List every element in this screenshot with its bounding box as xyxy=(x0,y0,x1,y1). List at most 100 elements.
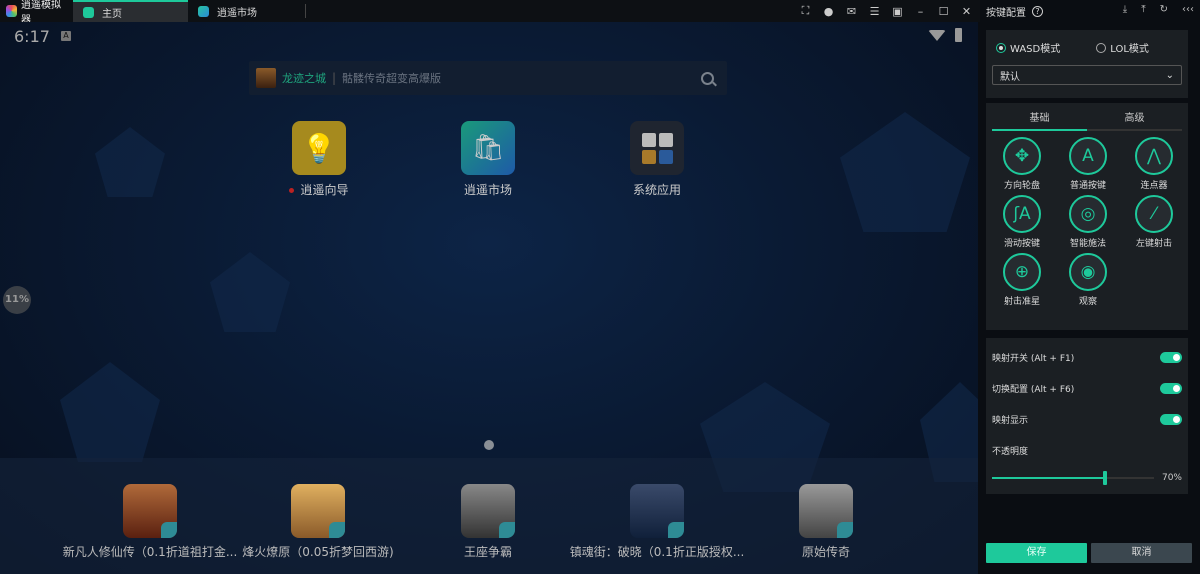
observe-icon: ◉ xyxy=(1069,253,1107,291)
game-icon xyxy=(291,484,345,538)
key-type-observe[interactable]: ◉ 观察 xyxy=(1055,253,1121,307)
app-label: 逍遥向导 xyxy=(300,183,349,197)
mapping-display-toggle[interactable] xyxy=(1160,414,1182,425)
slider-handle[interactable] xyxy=(1103,471,1108,485)
minimize-icon[interactable]: – xyxy=(915,5,926,18)
help-icon[interactable]: ? xyxy=(1032,5,1043,17)
key-type-rapid-click[interactable]: ⋀ 连点器 xyxy=(1121,137,1187,191)
key-type-smart-cast[interactable]: ◎ 智能施法 xyxy=(1055,195,1121,249)
tab-home[interactable]: 主页 xyxy=(73,0,188,22)
profile-select[interactable]: 默认 ⌄ xyxy=(992,65,1182,85)
tab-basic[interactable]: 基础 xyxy=(992,109,1087,131)
key-type-label: 智能施法 xyxy=(1069,239,1106,249)
import-icon[interactable]: ⤓ xyxy=(1123,4,1127,15)
radio-label: WASD模式 xyxy=(1010,44,1061,55)
notification-dot xyxy=(289,188,295,193)
bg-shape xyxy=(95,127,165,197)
loading-progress: 11% xyxy=(3,286,31,314)
search-bar[interactable]: 龙迹之城 | 骷髅传奇超变高爆版 xyxy=(249,61,727,95)
close-icon[interactable]: ✕ xyxy=(961,5,972,18)
dock-game[interactable]: 原始传奇 xyxy=(726,484,926,560)
app-label: 系统应用 xyxy=(632,183,681,197)
save-button[interactable]: 保存 xyxy=(986,543,1087,563)
wifi-icon xyxy=(928,30,946,41)
game-icon xyxy=(630,484,684,538)
chevron-down-icon: ⌄ xyxy=(1165,69,1174,81)
bg-shape xyxy=(60,362,160,462)
market-tab-icon xyxy=(198,5,209,17)
menu-icon[interactable]: ☰ xyxy=(869,5,880,18)
android-screen[interactable]: 6:17 A 龙迹之城 | 骷髅传奇超变高爆版 💡 逍遥向导 🛍 逍遥市场 系统… xyxy=(0,22,978,574)
swipe-key-icon: ʃA xyxy=(1003,195,1041,233)
app-system-folder[interactable]: 系统应用 xyxy=(602,121,712,198)
shopping-bag-icon: 🛍 xyxy=(461,121,515,175)
rapid-click-icon: ⋀ xyxy=(1135,137,1173,175)
key-type-dpad[interactable]: ✥ 方向轮盘 xyxy=(989,137,1055,191)
key-type-label: 连点器 xyxy=(1140,181,1168,191)
home-tab-icon xyxy=(83,6,94,18)
tab-divider xyxy=(305,4,306,18)
smart-cast-icon: ◎ xyxy=(1069,195,1107,233)
toggle-label: 映射开关 (Alt + F1) xyxy=(992,354,1075,364)
search-divider: | xyxy=(332,71,337,85)
key-type-label: 射击准星 xyxy=(1003,297,1040,307)
app-label: 逍遥市场 xyxy=(463,183,512,197)
tab-label: 逍遥市场 xyxy=(217,7,257,19)
radio-wasd-mode[interactable]: WASD模式 xyxy=(996,40,1060,55)
game-icon xyxy=(123,484,177,538)
bg-shape xyxy=(840,112,970,232)
battery-icon xyxy=(955,28,962,42)
tab-advanced[interactable]: 高级 xyxy=(1087,109,1182,129)
settings-section: 映射开关 (Alt + F1) 切换配置 (Alt + F6) 映射显示 不透明… xyxy=(986,338,1188,494)
account-icon[interactable]: ● xyxy=(823,5,834,18)
mode-section: WASD模式 LOL模式 默认 ⌄ xyxy=(986,30,1188,98)
collapse-icon[interactable]: ‹‹‹ xyxy=(1182,4,1194,15)
dpad-icon: ✥ xyxy=(1003,137,1041,175)
key-types-section: 基础 高级 ✥ 方向轮盘 A 普通按键 ⋀ 连点器 ʃA 滑动按键 ◎ 智能施法 ⁄ 左键射击 ⊕ 射击准… xyxy=(986,103,1188,330)
opacity-label: 不透明度 xyxy=(992,447,1029,457)
screenshot-icon[interactable]: ⛶ xyxy=(800,4,811,17)
toggle-label: 映射显示 xyxy=(992,416,1029,426)
maximize-icon[interactable]: ☐ xyxy=(938,5,949,18)
cancel-button[interactable]: 取消 xyxy=(1091,543,1192,563)
mapping-toggle[interactable] xyxy=(1160,352,1182,363)
keymap-panel: 按键配置? ⤓ ⤒ ↻ ‹‹‹ WASD模式 LOL模式 默认 ⌄ 基础 高级 ✥… xyxy=(980,0,1200,574)
radio-lol-mode[interactable]: LOL模式 xyxy=(1096,40,1149,55)
search-icon[interactable] xyxy=(701,71,714,85)
bg-shape xyxy=(210,252,290,332)
key-type-normal-key[interactable]: A 普通按键 xyxy=(1055,137,1121,191)
key-type-swipe-key[interactable]: ʃA 滑动按键 xyxy=(989,195,1055,249)
game-label: 原始传奇 xyxy=(801,545,850,559)
game-dock: 新凡人修仙传（0.1折道祖打金... 烽火燎原（0.05折梦回西游) 王座争霸 … xyxy=(0,458,978,574)
switch-config-toggle[interactable] xyxy=(1160,383,1182,394)
key-type-crosshair[interactable]: ⊕ 射击准星 xyxy=(989,253,1055,307)
game-icon xyxy=(461,484,515,538)
featured-game-link[interactable]: 龙迹之城 xyxy=(282,70,326,86)
page-indicator[interactable] xyxy=(484,440,494,450)
tab-market[interactable]: 逍遥市场 xyxy=(188,0,303,22)
status-badge: A xyxy=(61,31,71,41)
profile-value: 默认 xyxy=(1000,71,1020,83)
radio-label: LOL模式 xyxy=(1110,44,1149,55)
key-type-label: 方向轮盘 xyxy=(1003,181,1040,191)
app-logo-icon xyxy=(6,5,18,17)
mail-icon[interactable]: ✉ xyxy=(846,5,857,18)
game-icon xyxy=(799,484,853,538)
opacity-slider[interactable] xyxy=(992,471,1154,485)
lightbulb-icon: 💡 xyxy=(292,121,346,175)
key-type-left-click-fire[interactable]: ⁄ 左键射击 xyxy=(1121,195,1187,249)
keymap-icon[interactable]: ▣ xyxy=(892,5,903,18)
title-bar: 逍遥模拟器 主页 逍遥市场 ⛶ ● ✉ ☰ ▣ – ☐ ✕ xyxy=(0,0,980,26)
app-guide[interactable]: 💡 逍遥向导 xyxy=(264,121,374,198)
tab-label: 主页 xyxy=(102,8,122,20)
left-click-fire-icon: ⁄ xyxy=(1135,195,1173,233)
opacity-value: 70% xyxy=(1161,473,1182,483)
status-time: 6:17 xyxy=(14,27,50,46)
crosshair-icon: ⊕ xyxy=(1003,253,1041,291)
app-market[interactable]: 🛍 逍遥市场 xyxy=(433,121,543,198)
refresh-icon[interactable]: ↻ xyxy=(1160,4,1168,15)
folder-icon xyxy=(630,121,684,175)
key-type-label: 普通按键 xyxy=(1069,181,1106,191)
panel-title: 按键配置 xyxy=(986,7,1026,19)
export-icon[interactable]: ⤒ xyxy=(1141,4,1145,15)
